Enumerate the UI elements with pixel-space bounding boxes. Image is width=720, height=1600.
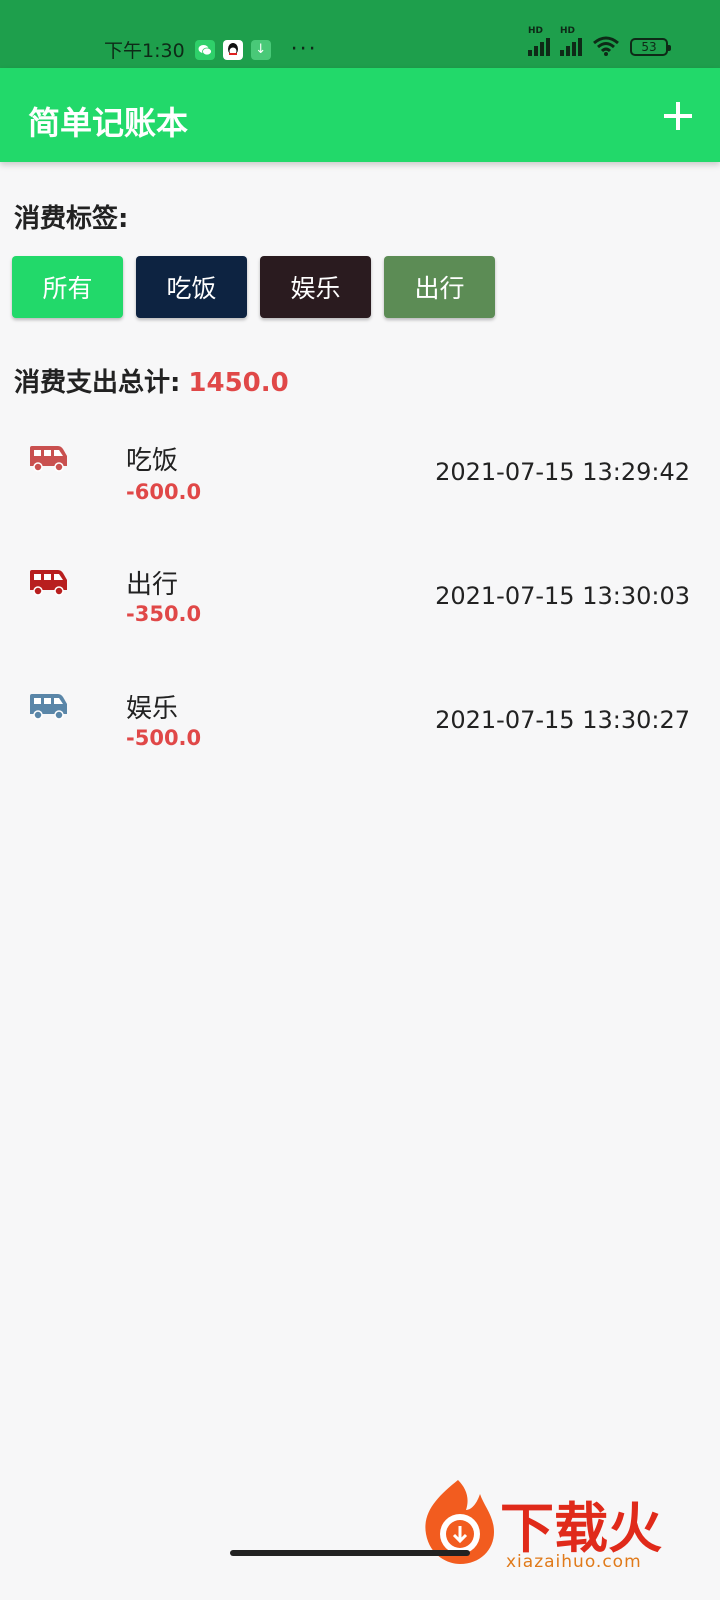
tag-all-button[interactable]: 所有 (12, 256, 123, 318)
list-item[interactable]: 娱乐 -500.0 2021-07-15 13:30:27 (0, 678, 720, 788)
more-notifications-icon: ··· (290, 37, 318, 62)
status-bar: 下午1:30 ↓ ··· HD HD 53 (0, 0, 720, 68)
app-title: 简单记账本 (28, 104, 189, 142)
record-amount: -500.0 (126, 726, 202, 750)
watermark-url: xiazaihuo.com (506, 1552, 642, 1572)
record-name: 出行 (126, 570, 179, 600)
van-icon (30, 694, 67, 720)
tag-travel-button[interactable]: 出行 (384, 256, 495, 318)
status-right: HD HD 53 (528, 26, 671, 56)
record-time: 2021-07-15 13:29:42 (435, 458, 690, 486)
list-item[interactable]: 吃饭 -600.0 2021-07-15 13:29:42 (0, 430, 720, 540)
record-time: 2021-07-15 13:30:03 (435, 582, 690, 610)
record-amount: -600.0 (126, 480, 202, 504)
wechat-icon (194, 39, 215, 60)
record-name: 吃饭 (126, 446, 179, 476)
total-label: 消费支出总计: (14, 368, 181, 398)
tag-eat-button[interactable]: 吃饭 (136, 256, 247, 318)
add-button[interactable] (658, 96, 698, 136)
record-name: 娱乐 (126, 694, 179, 724)
status-left: 下午1:30 ↓ ··· (104, 36, 318, 63)
tag-entertainment-button[interactable]: 娱乐 (260, 256, 371, 318)
total-line: 消费支出总计: 1450.0 (14, 362, 289, 399)
tags-label: 消费标签: (14, 204, 129, 234)
wifi-icon (593, 36, 619, 56)
tag-row: 所有 吃饭 娱乐 出行 (12, 256, 495, 318)
record-time: 2021-07-15 13:30:27 (435, 706, 690, 734)
van-icon (30, 570, 67, 596)
total-value: 1450.0 (188, 368, 289, 398)
download-icon: ↓ (250, 39, 271, 60)
record-amount: -350.0 (126, 602, 202, 626)
home-indicator[interactable] (230, 1550, 470, 1556)
battery-icon: 53 (630, 38, 671, 56)
list-item[interactable]: 出行 -350.0 2021-07-15 13:30:03 (0, 554, 720, 664)
battery-level: 53 (641, 40, 657, 54)
signal-icon: HD (560, 26, 582, 56)
status-time: 下午1:30 (104, 40, 185, 62)
app-bar: 简单记账本 (0, 68, 720, 162)
watermark: 下载火 xiazaihuo.com (418, 1476, 708, 1576)
signal-icon: HD (528, 26, 550, 56)
qq-icon (222, 39, 243, 60)
van-icon (30, 446, 67, 472)
